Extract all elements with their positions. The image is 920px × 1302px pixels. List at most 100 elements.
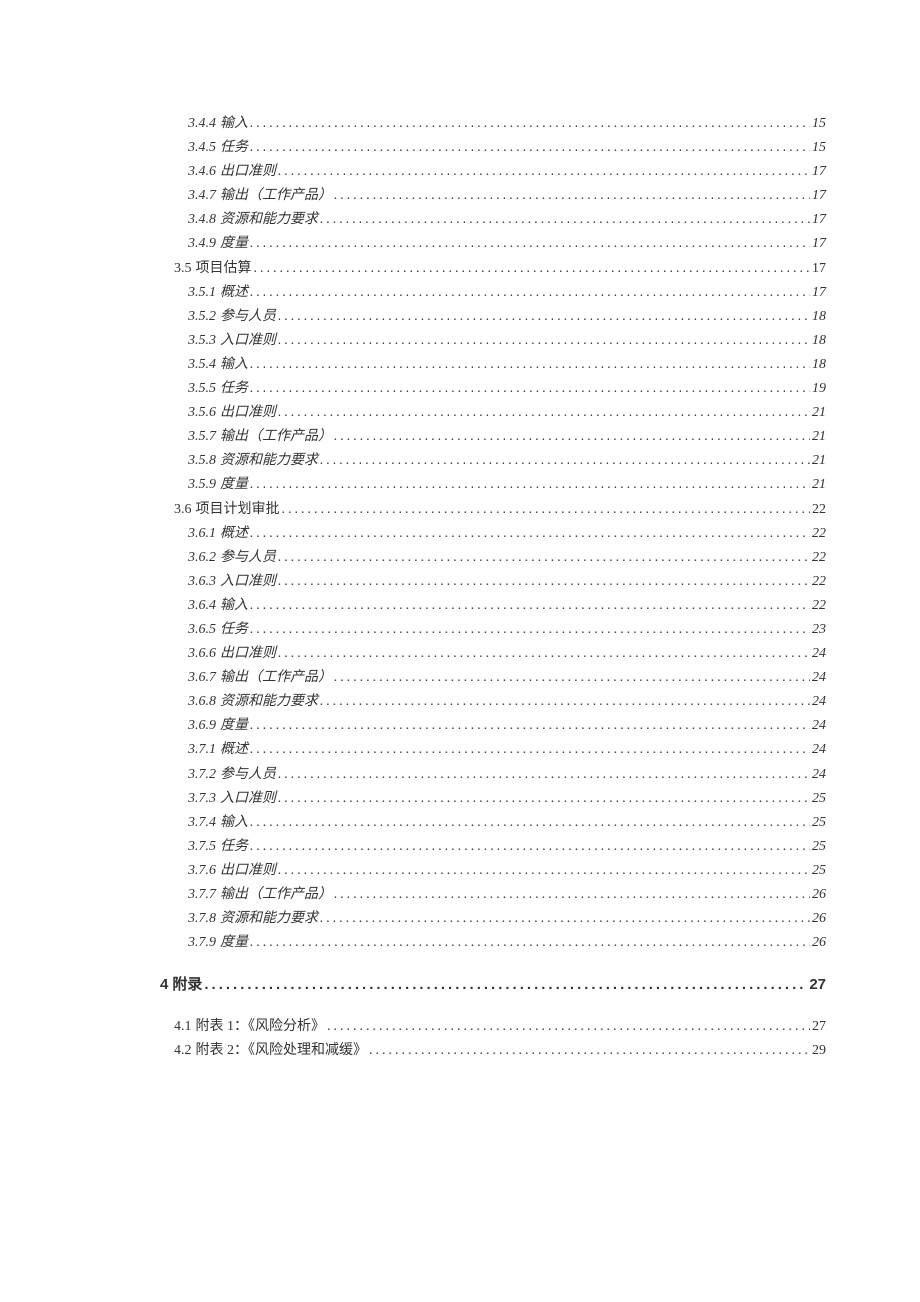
toc-entry[interactable]: 3.6.2参与人员...............................… xyxy=(160,546,826,570)
toc-entry-title: 任务 xyxy=(220,136,248,160)
toc-entry-title: 参与人员 xyxy=(220,546,276,570)
toc-entry[interactable]: 3.7.4输入.................................… xyxy=(160,811,826,835)
toc-entry-title: 参与人员 xyxy=(220,763,276,787)
toc-entry-number: 3.7.3 xyxy=(188,787,216,811)
toc-entry[interactable]: 3.4.5任务.................................… xyxy=(160,136,826,160)
toc-leader-dots: ........................................… xyxy=(250,522,810,546)
toc-entry[interactable]: 4.2附表 2：《风险处理和减缓》.......................… xyxy=(160,1039,826,1063)
toc-entry-title: 资源和能力要求 xyxy=(220,907,318,931)
toc-entry-title: 任务 xyxy=(220,618,248,642)
toc-leader-dots: ........................................… xyxy=(278,401,810,425)
toc-entry[interactable]: 3.5.3入口准则...............................… xyxy=(160,329,826,353)
toc-entry[interactable]: 4.1附表 1：《风险分析》..........................… xyxy=(160,1015,826,1039)
toc-leader-dots: ........................................… xyxy=(278,305,810,329)
toc-entry-page: 22 xyxy=(812,570,826,594)
toc-entry-number: 3.5.3 xyxy=(188,329,216,353)
toc-entry-number: 3.6.7 xyxy=(188,666,216,690)
toc-entry-number: 3.5.9 xyxy=(188,473,216,497)
toc-entry[interactable]: 3.4.8资源和能力要求............................… xyxy=(160,208,826,232)
toc-entry[interactable]: 3.7.7输出（工作产品）...........................… xyxy=(160,883,826,907)
toc-entry[interactable]: 3.6项目计划审批...............................… xyxy=(160,498,826,522)
toc-entry-page: 27 xyxy=(812,1015,826,1039)
toc-entry[interactable]: 3.6.1概述.................................… xyxy=(160,522,826,546)
toc-leader-dots: ........................................… xyxy=(250,931,810,955)
toc-entry-page: 19 xyxy=(812,377,826,401)
toc-entry-page: 17 xyxy=(812,281,826,305)
toc-entry[interactable]: 3.5.2参与人员...............................… xyxy=(160,305,826,329)
toc-leader-dots: ........................................… xyxy=(334,184,810,208)
toc-leader-dots: ........................................… xyxy=(250,811,810,835)
toc-entry[interactable]: 3.5.4输入.................................… xyxy=(160,353,826,377)
toc-leader-dots: ........................................… xyxy=(320,449,810,473)
toc-entry-page: 21 xyxy=(812,473,826,497)
toc-entry-number: 4.1 xyxy=(174,1015,192,1039)
toc-entry[interactable]: 3.6.3入口准则...............................… xyxy=(160,570,826,594)
toc-entry-number: 3.4.7 xyxy=(188,184,216,208)
toc-entry-page: 25 xyxy=(812,811,826,835)
toc-leader-dots: ........................................… xyxy=(334,883,810,907)
toc-entry-number: 3.6 xyxy=(174,498,192,522)
toc-entry-title: 度量 xyxy=(220,473,248,497)
toc-entry-number: 3.4.9 xyxy=(188,232,216,256)
toc-entry[interactable]: 3.5.7输出（工作产品）...........................… xyxy=(160,425,826,449)
toc-leader-dots: ........................................… xyxy=(254,257,811,281)
toc-entry-number: 3.6.6 xyxy=(188,642,216,666)
toc-entry-title: 输入 xyxy=(220,811,248,835)
toc-entry-page: 26 xyxy=(812,931,826,955)
toc-entry-page: 24 xyxy=(812,690,826,714)
toc-entry-number: 3.7.6 xyxy=(188,859,216,883)
toc-entry-title: 附录 xyxy=(172,973,202,997)
toc-entry[interactable]: 3.5.8资源和能力要求............................… xyxy=(160,449,826,473)
toc-entry[interactable]: 3.6.7输出（工作产品）...........................… xyxy=(160,666,826,690)
toc-entry[interactable]: 3.6.8资源和能力要求............................… xyxy=(160,690,826,714)
toc-entry[interactable]: 3.4.4输入.................................… xyxy=(160,112,826,136)
toc-entry-number: 3.6.3 xyxy=(188,570,216,594)
toc-entry-number: 4 xyxy=(160,973,168,997)
toc-leader-dots: ........................................… xyxy=(320,690,810,714)
toc-entry[interactable]: 3.7.5任务.................................… xyxy=(160,835,826,859)
toc-entry-number: 3.5.6 xyxy=(188,401,216,425)
toc-leader-dots: ........................................… xyxy=(250,473,810,497)
toc-entry-title: 入口准则 xyxy=(220,329,276,353)
toc-entry[interactable]: 3.7.3入口准则...............................… xyxy=(160,787,826,811)
toc-entry[interactable]: 3.7.9度量.................................… xyxy=(160,931,826,955)
toc-entry-number: 3.7.8 xyxy=(188,907,216,931)
toc-entry-number: 3.7.7 xyxy=(188,883,216,907)
toc-entry-number: 3.5.8 xyxy=(188,449,216,473)
toc-leader-dots: ........................................… xyxy=(334,666,810,690)
toc-entry[interactable]: 3.6.6出口准则...............................… xyxy=(160,642,826,666)
toc-entry-page: 18 xyxy=(812,305,826,329)
toc-entry[interactable]: 3.5项目估算.................................… xyxy=(160,257,826,281)
toc-entry[interactable]: 3.4.7输出（工作产品）...........................… xyxy=(160,184,826,208)
toc-entry-number: 4.2 xyxy=(174,1039,192,1063)
toc-entry[interactable]: 3.7.6出口准则...............................… xyxy=(160,859,826,883)
toc-entry[interactable]: 3.6.9度量.................................… xyxy=(160,714,826,738)
toc-leader-dots: ........................................… xyxy=(282,498,811,522)
toc-entry-title: 概述 xyxy=(220,522,248,546)
toc-entry[interactable]: 3.5.5任务.................................… xyxy=(160,377,826,401)
toc-entry[interactable]: 3.5.1概述.................................… xyxy=(160,281,826,305)
toc-entry-title: 输出（工作产品） xyxy=(220,666,332,690)
toc-entry-page: 25 xyxy=(812,859,826,883)
toc-entry-title: 出口准则 xyxy=(220,642,276,666)
toc-entry[interactable]: 3.6.4输入.................................… xyxy=(160,594,826,618)
toc-entry[interactable]: 3.6.5任务.................................… xyxy=(160,618,826,642)
toc-entry-title: 输出（工作产品） xyxy=(220,184,332,208)
toc-leader-dots: ........................................… xyxy=(369,1039,810,1063)
toc-entry[interactable]: 4附录.....................................… xyxy=(160,973,826,997)
toc-leader-dots: ........................................… xyxy=(250,618,810,642)
toc-entry-number: 3.6.2 xyxy=(188,546,216,570)
toc-entry-page: 15 xyxy=(812,136,826,160)
toc-entry[interactable]: 3.7.8资源和能力要求............................… xyxy=(160,907,826,931)
toc-entry[interactable]: 3.5.6出口准则...............................… xyxy=(160,401,826,425)
toc-leader-dots: ........................................… xyxy=(204,973,807,997)
toc-entry-number: 3.5.2 xyxy=(188,305,216,329)
toc-page: 3.4.4输入.................................… xyxy=(0,0,920,1064)
toc-entry[interactable]: 3.7.2参与人员...............................… xyxy=(160,763,826,787)
toc-entry[interactable]: 3.7.1概述.................................… xyxy=(160,738,826,762)
toc-entry-number: 3.5 xyxy=(174,257,192,281)
toc-entry-page: 29 xyxy=(812,1039,826,1063)
toc-entry[interactable]: 3.4.6出口准则...............................… xyxy=(160,160,826,184)
toc-entry[interactable]: 3.5.9度量.................................… xyxy=(160,473,826,497)
toc-entry[interactable]: 3.4.9度量.................................… xyxy=(160,232,826,256)
